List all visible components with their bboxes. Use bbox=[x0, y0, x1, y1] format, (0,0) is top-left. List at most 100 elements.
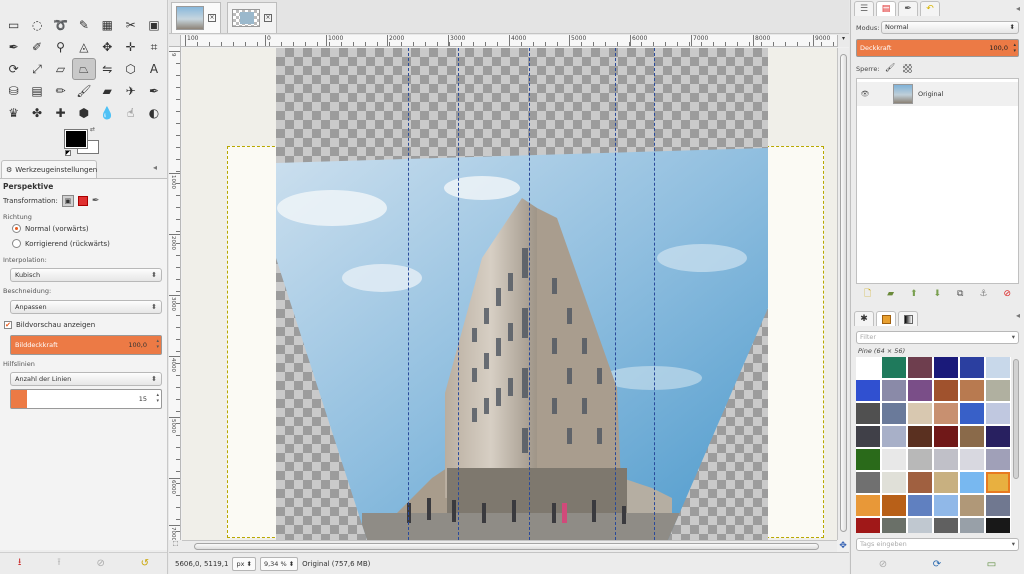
pattern-swatch[interactable] bbox=[908, 518, 932, 533]
pattern-swatch[interactable] bbox=[908, 472, 932, 493]
image-tab-2[interactable]: × bbox=[227, 2, 277, 33]
tab-menu-icon[interactable]: ◂ bbox=[1016, 311, 1020, 327]
image-viewport[interactable] bbox=[182, 48, 837, 540]
spin-arrows-icon[interactable]: ▴ ▾ bbox=[156, 392, 159, 404]
transform-layer-icon[interactable]: ▣ bbox=[61, 195, 74, 207]
mypaint-brush-tool[interactable]: ♛ bbox=[2, 102, 25, 124]
tab-layers[interactable]: ☰ bbox=[854, 0, 874, 16]
pattern-swatch[interactable] bbox=[986, 403, 1010, 424]
duplicate-layer-icon[interactable]: ⧉ bbox=[957, 289, 963, 299]
delete-layer-icon[interactable]: ⊘ bbox=[1003, 289, 1011, 299]
color-picker-tool[interactable]: ✐ bbox=[25, 36, 48, 58]
radio-normal[interactable] bbox=[12, 224, 21, 233]
clone-tool[interactable]: ✤ bbox=[25, 102, 48, 124]
tab-brushes[interactable]: ✱ bbox=[854, 311, 874, 326]
quick-mask-corner[interactable] bbox=[169, 35, 181, 47]
delete-pattern-icon[interactable]: ⊘ bbox=[879, 559, 887, 570]
rotate-tool[interactable]: ⟳ bbox=[2, 58, 25, 80]
pattern-swatch[interactable] bbox=[986, 495, 1010, 516]
fuzzy-select-tool[interactable]: ✎ bbox=[72, 14, 95, 36]
radio-corrective[interactable] bbox=[12, 239, 21, 248]
pattern-swatch[interactable] bbox=[882, 495, 906, 516]
pattern-swatch[interactable] bbox=[986, 426, 1010, 447]
horizontal-scrollbar[interactable] bbox=[182, 540, 837, 552]
shear-tool[interactable]: ▱ bbox=[49, 58, 72, 80]
vertical-scrollbar[interactable] bbox=[837, 48, 849, 540]
zoom-select[interactable]: 9,34 % ⬍ bbox=[259, 556, 299, 571]
tab-tool-options[interactable]: ⚙ Werkzeugeinstellungen bbox=[1, 160, 97, 178]
bucket-fill-tool[interactable]: ⛁ bbox=[2, 80, 25, 102]
anchor-layer-icon[interactable]: ⚓ bbox=[979, 289, 987, 299]
delete-options-icon[interactable]: ⊘ bbox=[96, 558, 104, 569]
layer-opacity-slider[interactable]: Deckkraft 100,0 ▴ ▾ bbox=[856, 39, 1019, 57]
save-options-icon[interactable]: ⭳ bbox=[18, 555, 22, 572]
pattern-swatch[interactable] bbox=[882, 403, 906, 424]
text-tool[interactable]: A bbox=[142, 58, 165, 80]
pattern-swatch[interactable] bbox=[960, 357, 984, 378]
perspective-clone-tool[interactable]: ⬢ bbox=[72, 102, 95, 124]
scale-tool[interactable]: ⤢ bbox=[25, 58, 48, 80]
pattern-swatch[interactable] bbox=[856, 518, 880, 533]
open-as-image-icon[interactable]: ▭ bbox=[987, 559, 996, 570]
close-icon[interactable]: × bbox=[264, 14, 272, 22]
pattern-swatch[interactable] bbox=[856, 449, 880, 470]
move-tool[interactable]: ✥ bbox=[96, 36, 119, 58]
pattern-swatch[interactable] bbox=[934, 472, 958, 493]
pattern-swatch[interactable] bbox=[986, 449, 1010, 470]
blend-tool[interactable]: ▤ bbox=[25, 80, 48, 102]
cage-tool[interactable]: ⬡ bbox=[119, 58, 142, 80]
crop-tool[interactable]: ⌗ bbox=[142, 36, 165, 58]
pattern-swatch[interactable] bbox=[856, 357, 880, 378]
layer-mode-select[interactable]: Normal ⬍ bbox=[881, 21, 1019, 34]
horizontal-scroll-thumb[interactable] bbox=[194, 543, 819, 550]
spin-arrows-icon[interactable]: ▴ ▾ bbox=[1013, 42, 1016, 54]
rect-select-tool[interactable]: ▭ bbox=[2, 14, 25, 36]
guides-select[interactable]: Anzahl der Linien ⬍ bbox=[10, 372, 162, 386]
pattern-swatch[interactable] bbox=[934, 495, 958, 516]
chevron-down-icon[interactable]: ▾ bbox=[1012, 332, 1015, 343]
ellipse-select-tool[interactable]: ◌ bbox=[25, 14, 48, 36]
pattern-swatch[interactable] bbox=[856, 426, 880, 447]
pattern-swatch[interactable] bbox=[934, 426, 958, 447]
tags-input[interactable]: Tags eingeben ▾ bbox=[856, 538, 1019, 551]
pattern-swatch[interactable] bbox=[960, 449, 984, 470]
pattern-swatch[interactable] bbox=[882, 357, 906, 378]
foreground-select-tool[interactable]: ▣ bbox=[142, 14, 165, 36]
tab-menu-icon[interactable]: ◂ bbox=[1016, 4, 1020, 13]
tab-gradients[interactable] bbox=[898, 311, 918, 326]
ruler-vertical[interactable]: 9 1000 2000 3000 4000 5000 6000 7000 bbox=[169, 47, 181, 540]
pattern-swatch[interactable] bbox=[908, 449, 932, 470]
tab-channels[interactable]: ▤ bbox=[876, 0, 896, 16]
direction-corrective-radio[interactable]: Korrigierend (rückwärts) bbox=[12, 239, 110, 248]
raise-layer-icon[interactable]: ⬆ bbox=[910, 289, 918, 299]
close-icon[interactable]: × bbox=[208, 14, 216, 22]
pattern-swatch[interactable] bbox=[882, 380, 906, 401]
unit-select[interactable]: px ⬍ bbox=[232, 556, 256, 571]
pattern-swatch[interactable] bbox=[908, 495, 932, 516]
ink-tool[interactable]: ✒ bbox=[142, 80, 165, 102]
new-group-icon[interactable]: ▰ bbox=[887, 289, 894, 299]
layer-row[interactable]: 👁 Original bbox=[857, 82, 1018, 106]
pattern-swatch[interactable] bbox=[882, 449, 906, 470]
vertical-scroll-thumb[interactable] bbox=[840, 54, 847, 532]
smudge-tool[interactable]: ☝ bbox=[119, 102, 142, 124]
chevron-down-icon[interactable]: ▾ bbox=[1012, 539, 1015, 550]
zoom-to-fit-icon[interactable]: ⬚ bbox=[169, 540, 182, 552]
pattern-swatch[interactable] bbox=[934, 403, 958, 424]
pattern-swatch[interactable] bbox=[986, 518, 1010, 533]
tab-paths[interactable]: ✒ bbox=[898, 0, 918, 16]
pattern-swatch[interactable] bbox=[960, 495, 984, 516]
image-tab-1[interactable]: × bbox=[171, 2, 221, 33]
pattern-swatch[interactable] bbox=[960, 472, 984, 493]
pattern-swatch[interactable] bbox=[856, 495, 880, 516]
pattern-swatch[interactable] bbox=[908, 380, 932, 401]
pattern-swatch[interactable] bbox=[986, 357, 1010, 378]
pattern-swatch[interactable] bbox=[934, 357, 958, 378]
select-by-color-tool[interactable]: ▦ bbox=[96, 14, 119, 36]
scissors-select-tool[interactable]: ✂ bbox=[119, 14, 142, 36]
new-layer-icon[interactable]: 🗋 bbox=[864, 286, 871, 302]
perspective-tool[interactable]: ⏢ bbox=[72, 58, 96, 80]
airbrush-tool[interactable]: ✈ bbox=[119, 80, 142, 102]
preview-checkbox[interactable]: ✔ bbox=[4, 321, 12, 329]
navigate-icon[interactable]: ✥ bbox=[837, 540, 849, 552]
